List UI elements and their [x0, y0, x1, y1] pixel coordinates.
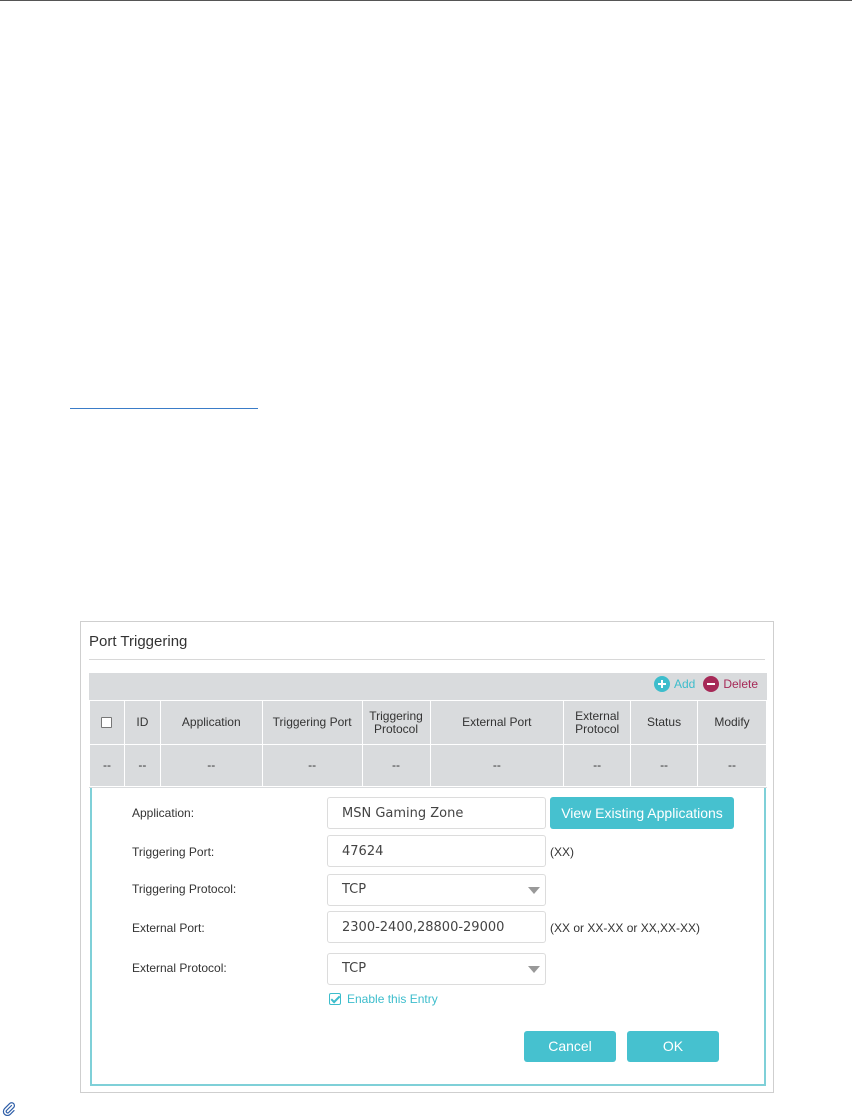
triggering-port-field[interactable] [327, 835, 546, 867]
table-cell: -- [159, 744, 263, 787]
column-header: Triggering Port [261, 700, 363, 745]
column-header: External Protocol [563, 700, 632, 745]
table-toolbar: Add Delete [653, 675, 758, 693]
table-header-row: ID Application Triggering Port Triggerin… [89, 700, 767, 745]
table-cell: -- [697, 744, 767, 787]
rules-table: ID Application Triggering Port Triggerin… [89, 700, 767, 787]
external-port-label: External Port: [132, 921, 205, 935]
triggering-protocol-label: Triggering Protocol: [132, 882, 237, 896]
column-header: Application [159, 700, 263, 745]
external-port-hint: (XX or XX-XX or XX,XX-XX) [550, 921, 701, 935]
view-existing-applications-button[interactable]: View Existing Applications [550, 797, 734, 829]
link-underline[interactable] [70, 408, 258, 409]
column-header: Triggering Protocol [361, 700, 431, 745]
column-header: Modify [697, 700, 767, 745]
table-cell: -- [361, 744, 431, 787]
cancel-button[interactable]: Cancel [524, 1031, 616, 1062]
table-cell: -- [261, 744, 363, 787]
triggering-protocol-select[interactable]: TCP [327, 874, 546, 906]
enable-entry-checkbox[interactable]: Enable this Entry [329, 992, 438, 1006]
external-protocol-select[interactable]: TCP [327, 953, 546, 985]
delete-button[interactable]: Delete [703, 676, 758, 692]
plus-circle-icon [653, 676, 670, 692]
add-button[interactable]: Add [653, 676, 696, 692]
panel-title: Port Triggering [89, 633, 188, 650]
external-protocol-value: TCP [342, 961, 367, 976]
triggering-port-hint: (XX) [550, 845, 574, 859]
chevron-down-icon [528, 966, 540, 973]
external-protocol-label: External Protocol: [132, 961, 227, 975]
column-header: ID [123, 700, 161, 745]
checkbox-checked-icon[interactable] [329, 993, 341, 1005]
column-header: External Port [429, 700, 565, 745]
triggering-port-label: Triggering Port: [132, 845, 215, 859]
enable-entry-label: Enable this Entry [347, 992, 438, 1006]
table-cell: -- [630, 744, 699, 787]
triggering-protocol-value: TCP [342, 882, 367, 897]
table-cell: -- [429, 744, 565, 787]
table-cell: -- [123, 744, 161, 787]
select-all-cell[interactable] [89, 700, 125, 745]
minus-circle-icon [703, 676, 720, 692]
port-triggering-panel: Port Triggering Add Delete ID Applicatio… [80, 621, 774, 1093]
delete-label: Delete [723, 677, 758, 691]
top-divider [0, 0, 852, 1]
add-label: Add [673, 677, 696, 691]
application-label: Application: [132, 806, 195, 820]
table-cell: -- [89, 744, 125, 787]
column-header: Status [630, 700, 699, 745]
title-divider [89, 659, 765, 660]
paperclip-icon [2, 1102, 16, 1116]
chevron-down-icon [528, 887, 540, 894]
table-row: -- -- -- -- -- -- -- -- -- [89, 744, 767, 787]
select-all-checkbox[interactable] [101, 717, 113, 729]
add-rule-form: Application: View Existing Applications … [90, 788, 766, 1086]
rules-table-container: Add Delete ID Application Triggering Por… [89, 673, 767, 788]
application-field[interactable] [327, 797, 546, 829]
table-cell: -- [563, 744, 632, 787]
ok-button[interactable]: OK [627, 1031, 719, 1062]
external-port-field[interactable] [327, 911, 546, 943]
